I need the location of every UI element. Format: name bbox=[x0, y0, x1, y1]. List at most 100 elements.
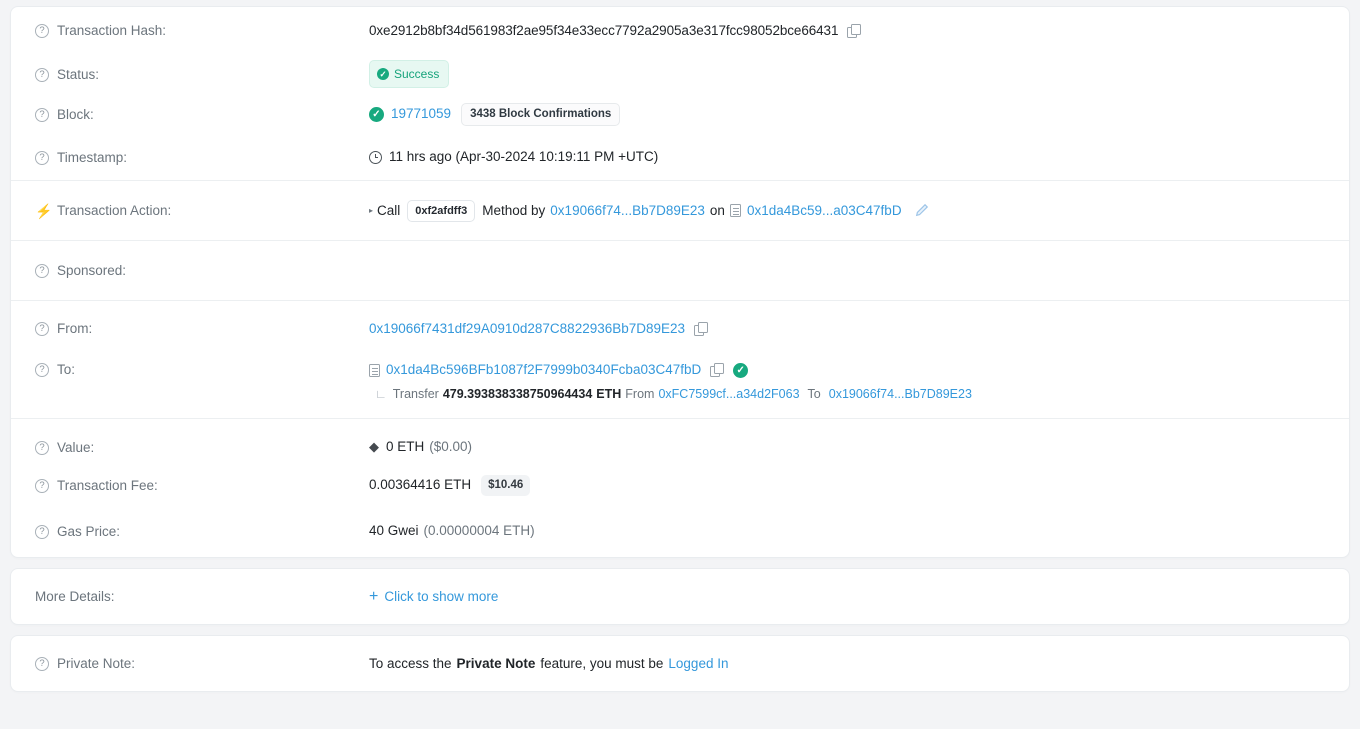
row-status: ? Status: ✓ Success bbox=[11, 54, 1349, 94]
check-circle-icon: ✓ bbox=[377, 68, 389, 80]
help-icon[interactable]: ? bbox=[35, 107, 49, 122]
value-private-note: To access the Private Note feature, you … bbox=[369, 654, 1325, 674]
label-transaction-action: ⚡ Transaction Action: bbox=[35, 203, 172, 219]
block-confirmations-badge: 3438 Block Confirmations bbox=[461, 102, 621, 126]
label-status: ? Status: bbox=[35, 65, 369, 84]
row-sponsored: ? Sponsored: bbox=[11, 241, 1349, 301]
verified-contract-icon: ✓ bbox=[733, 362, 749, 378]
status-badge: ✓ Success bbox=[369, 60, 450, 88]
value-block: ✓ 19771059 3438 Block Confirmations bbox=[369, 102, 1325, 126]
transfer-from-link[interactable]: 0xFC7599cf...a34d2F063 bbox=[658, 384, 799, 404]
copy-icon[interactable] bbox=[694, 321, 708, 336]
value-transaction-fee: 0.00364416 ETH $10.46 bbox=[369, 474, 1325, 496]
transaction-hash-value: 0xe2912b8bf34d561983f2ae95f34e33ecc7792a… bbox=[369, 22, 839, 38]
gas-price-gwei: 40 Gwei bbox=[369, 523, 419, 538]
value-gas-price: 40 Gwei (0.00000004 ETH) bbox=[369, 521, 1325, 541]
row-from: ? From: 0x19066f7431df29A0910d287C882293… bbox=[11, 301, 1349, 348]
help-icon[interactable]: ? bbox=[35, 657, 49, 671]
show-more-link[interactable]: Click to show more bbox=[384, 587, 498, 607]
contract-doc-icon bbox=[369, 363, 380, 377]
label-transaction-fee: ? Transaction Fee: bbox=[35, 476, 369, 495]
lightning-bolt-icon: ⚡ bbox=[35, 203, 53, 219]
status-badge-label: Success bbox=[394, 67, 440, 81]
fee-usd-badge: $10.46 bbox=[481, 474, 531, 496]
label-transaction-hash: ? Transaction Hash: bbox=[35, 21, 369, 40]
label-to: ? To: bbox=[35, 360, 369, 379]
plus-icon[interactable]: + bbox=[369, 588, 378, 604]
pencil-icon[interactable] bbox=[914, 203, 929, 218]
block-number-link[interactable]: 19771059 bbox=[391, 104, 451, 124]
transaction-details-page: ? Transaction Hash: 0xe2912b8bf34d561983… bbox=[0, 0, 1360, 729]
help-icon[interactable]: ? bbox=[35, 24, 49, 38]
transfer-to-text: To bbox=[807, 387, 821, 401]
transfer-amount: 479.393838338750964434 bbox=[442, 387, 593, 401]
help-icon[interactable]: ? bbox=[35, 264, 49, 278]
transfer-to-link[interactable]: 0x19066f74...Bb7D89E23 bbox=[829, 384, 972, 404]
help-icon[interactable]: ? bbox=[35, 322, 49, 336]
row-transaction-hash: ? Transaction Hash: 0xe2912b8bf34d561983… bbox=[11, 7, 1349, 54]
transaction-overview-card: ? Transaction Hash: 0xe2912b8bf34d561983… bbox=[10, 6, 1350, 558]
from-address-link[interactable]: 0x19066f7431df29A0910d287C8822936Bb7D89E… bbox=[369, 319, 685, 339]
help-icon[interactable]: ? bbox=[35, 524, 49, 539]
contract-doc-icon bbox=[729, 204, 741, 217]
row-gas-price: ? Gas Price: 40 Gwei (0.00000004 ETH) bbox=[11, 505, 1349, 557]
label-block: ? Block: bbox=[35, 105, 369, 124]
label-from: ? From: bbox=[35, 319, 369, 338]
chevron-right-icon[interactable]: ▸ bbox=[369, 201, 373, 221]
label-private-note: ? Private Note: bbox=[35, 654, 369, 673]
to-address-line: 0x1da4Bc596BFb1087f2F7999b0340Fcba03C47f… bbox=[369, 360, 749, 380]
corner-branch-icon: ∟ bbox=[375, 387, 387, 401]
ethereum-diamond-icon: ◆ bbox=[369, 439, 379, 454]
clock-icon bbox=[369, 150, 382, 164]
help-icon[interactable]: ? bbox=[35, 440, 49, 455]
gas-price-eth: (0.00000004 ETH) bbox=[423, 523, 535, 538]
row-transaction-action: ⚡ Transaction Action: ▸ Call 0xf2afdff3 … bbox=[11, 181, 1349, 241]
action-contract-link[interactable]: 0x1da4Bc59...a03C47fbD bbox=[747, 201, 902, 221]
label-value: ? Value: bbox=[35, 438, 369, 457]
value-transaction-hash: 0xe2912b8bf34d561983f2ae95f34e33ecc7792a… bbox=[369, 21, 1325, 41]
private-note-text-middle: feature, you must be bbox=[540, 655, 664, 671]
transfer-from-text: From bbox=[625, 387, 655, 401]
action-on-text: on bbox=[709, 202, 725, 218]
value-status: ✓ Success bbox=[369, 60, 1325, 88]
help-icon[interactable]: ? bbox=[35, 363, 49, 377]
transfer-prefix: Transfer bbox=[392, 387, 439, 401]
private-note-card: ? Private Note: To access the Private No… bbox=[10, 635, 1350, 692]
check-circle-icon: ✓ bbox=[369, 106, 384, 122]
logged-in-link[interactable]: Logged In bbox=[668, 654, 728, 674]
private-note-text-before: To access the bbox=[369, 655, 452, 671]
internal-transfer-line: ∟ Transfer 479.393838338750964434 ETH Fr… bbox=[369, 384, 972, 404]
private-note-bold-text: Private Note bbox=[456, 655, 536, 671]
label-sponsored: ? Sponsored: bbox=[35, 261, 369, 280]
row-more-details: More Details: + Click to show more bbox=[11, 569, 1349, 624]
fee-eth: 0.00364416 ETH bbox=[369, 477, 472, 492]
help-icon[interactable]: ? bbox=[35, 150, 49, 165]
more-details-card: More Details: + Click to show more bbox=[10, 568, 1350, 625]
row-to: ? To: 0x1da4Bc596BFb1087f2F7999b0340Fcba… bbox=[11, 348, 1349, 419]
copy-icon[interactable] bbox=[847, 23, 861, 38]
value-amount: ◆ 0 ETH ($0.00) bbox=[369, 437, 1325, 457]
label-gas-price: ? Gas Price: bbox=[35, 522, 369, 541]
row-block: ? Block: ✓ 19771059 3438 Block Confirmat… bbox=[11, 94, 1349, 134]
help-icon[interactable]: ? bbox=[35, 478, 49, 493]
value-eth: 0 ETH bbox=[386, 439, 425, 454]
copy-icon[interactable] bbox=[710, 363, 724, 377]
row-value: ? Value: ◆ 0 ETH ($0.00) bbox=[11, 419, 1349, 465]
timestamp-value: 11 hrs ago (Apr-30-2024 10:19:11 PM +UTC… bbox=[389, 149, 659, 164]
value-transaction-action: ▸ Call 0xf2afdff3 Method by 0x19066f74..… bbox=[369, 199, 1325, 222]
value-to: 0x1da4Bc596BFb1087f2F7999b0340Fcba03C47f… bbox=[369, 360, 1325, 404]
action-method-by-text: Method by bbox=[482, 202, 546, 218]
row-timestamp: ? Timestamp: 11 hrs ago (Apr-30-2024 10:… bbox=[11, 134, 1349, 181]
to-address-link[interactable]: 0x1da4Bc596BFb1087f2F7999b0340Fcba03C47f… bbox=[386, 360, 701, 380]
action-call-text: Call bbox=[377, 202, 401, 218]
row-transaction-fee: ? Transaction Fee: 0.00364416 ETH $10.46 bbox=[11, 465, 1349, 505]
value-more-details: + Click to show more bbox=[369, 587, 1325, 607]
label-timestamp: ? Timestamp: bbox=[35, 148, 369, 167]
help-icon[interactable]: ? bbox=[35, 67, 49, 82]
action-caller-link[interactable]: 0x19066f74...Bb7D89E23 bbox=[550, 201, 705, 221]
row-private-note: ? Private Note: To access the Private No… bbox=[11, 636, 1349, 691]
label-more-details: More Details: bbox=[35, 589, 115, 604]
value-from: 0x19066f7431df29A0910d287C8822936Bb7D89E… bbox=[369, 319, 1325, 339]
value-usd: ($0.00) bbox=[429, 439, 473, 454]
value-timestamp: 11 hrs ago (Apr-30-2024 10:19:11 PM +UTC… bbox=[369, 147, 1325, 167]
